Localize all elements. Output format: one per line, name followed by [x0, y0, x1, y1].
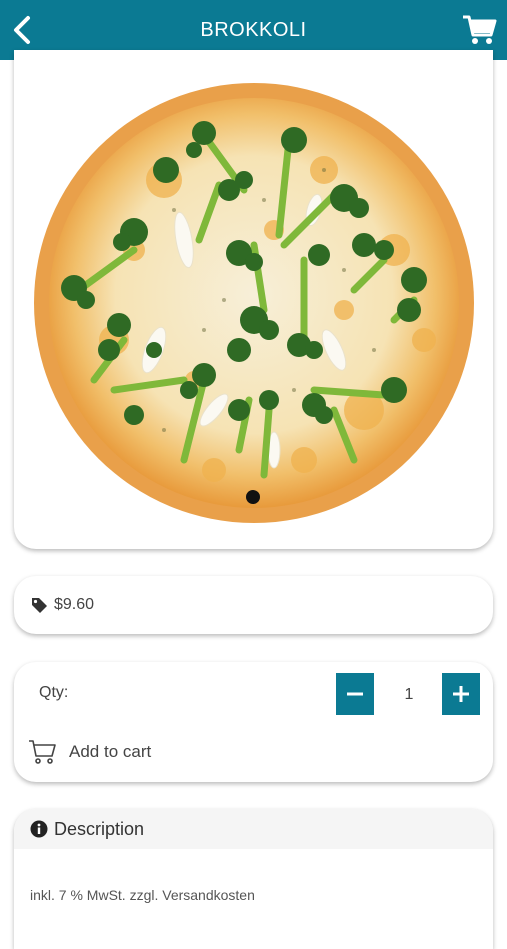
- qty-label: Qty:: [39, 684, 69, 701]
- product-image: [34, 83, 474, 523]
- product-image-card: [14, 50, 493, 549]
- info-icon: [30, 820, 48, 838]
- chevron-left-icon[interactable]: [8, 14, 34, 46]
- decrease-quantity-button[interactable]: [336, 673, 374, 715]
- product-price: $9.60: [54, 596, 95, 613]
- quantity-card: Qty: 1 Add to cart: [14, 662, 493, 782]
- price-card: $9.60: [14, 576, 493, 634]
- description-card: Description inkl. 7 % MwSt. zzgl. Versan…: [14, 809, 493, 949]
- cart-outline-icon: [29, 740, 56, 764]
- description-title: Description: [54, 818, 145, 839]
- description-header[interactable]: Description: [14, 809, 493, 849]
- shopping-cart-icon[interactable]: [461, 12, 497, 48]
- description-text: inkl. 7 % MwSt. zzgl. Versandkosten: [30, 887, 255, 903]
- add-to-cart-button[interactable]: Add to cart: [28, 738, 151, 766]
- tag-icon: [32, 597, 47, 613]
- add-to-cart-label: Add to cart: [69, 742, 152, 761]
- page-title: BROKKOLI: [200, 18, 307, 41]
- quantity-value[interactable]: 1: [394, 686, 424, 704]
- plus-icon: [453, 686, 469, 702]
- minus-icon: [347, 692, 363, 696]
- increase-quantity-button[interactable]: [442, 673, 480, 715]
- carousel-indicator-dot[interactable]: [246, 490, 260, 504]
